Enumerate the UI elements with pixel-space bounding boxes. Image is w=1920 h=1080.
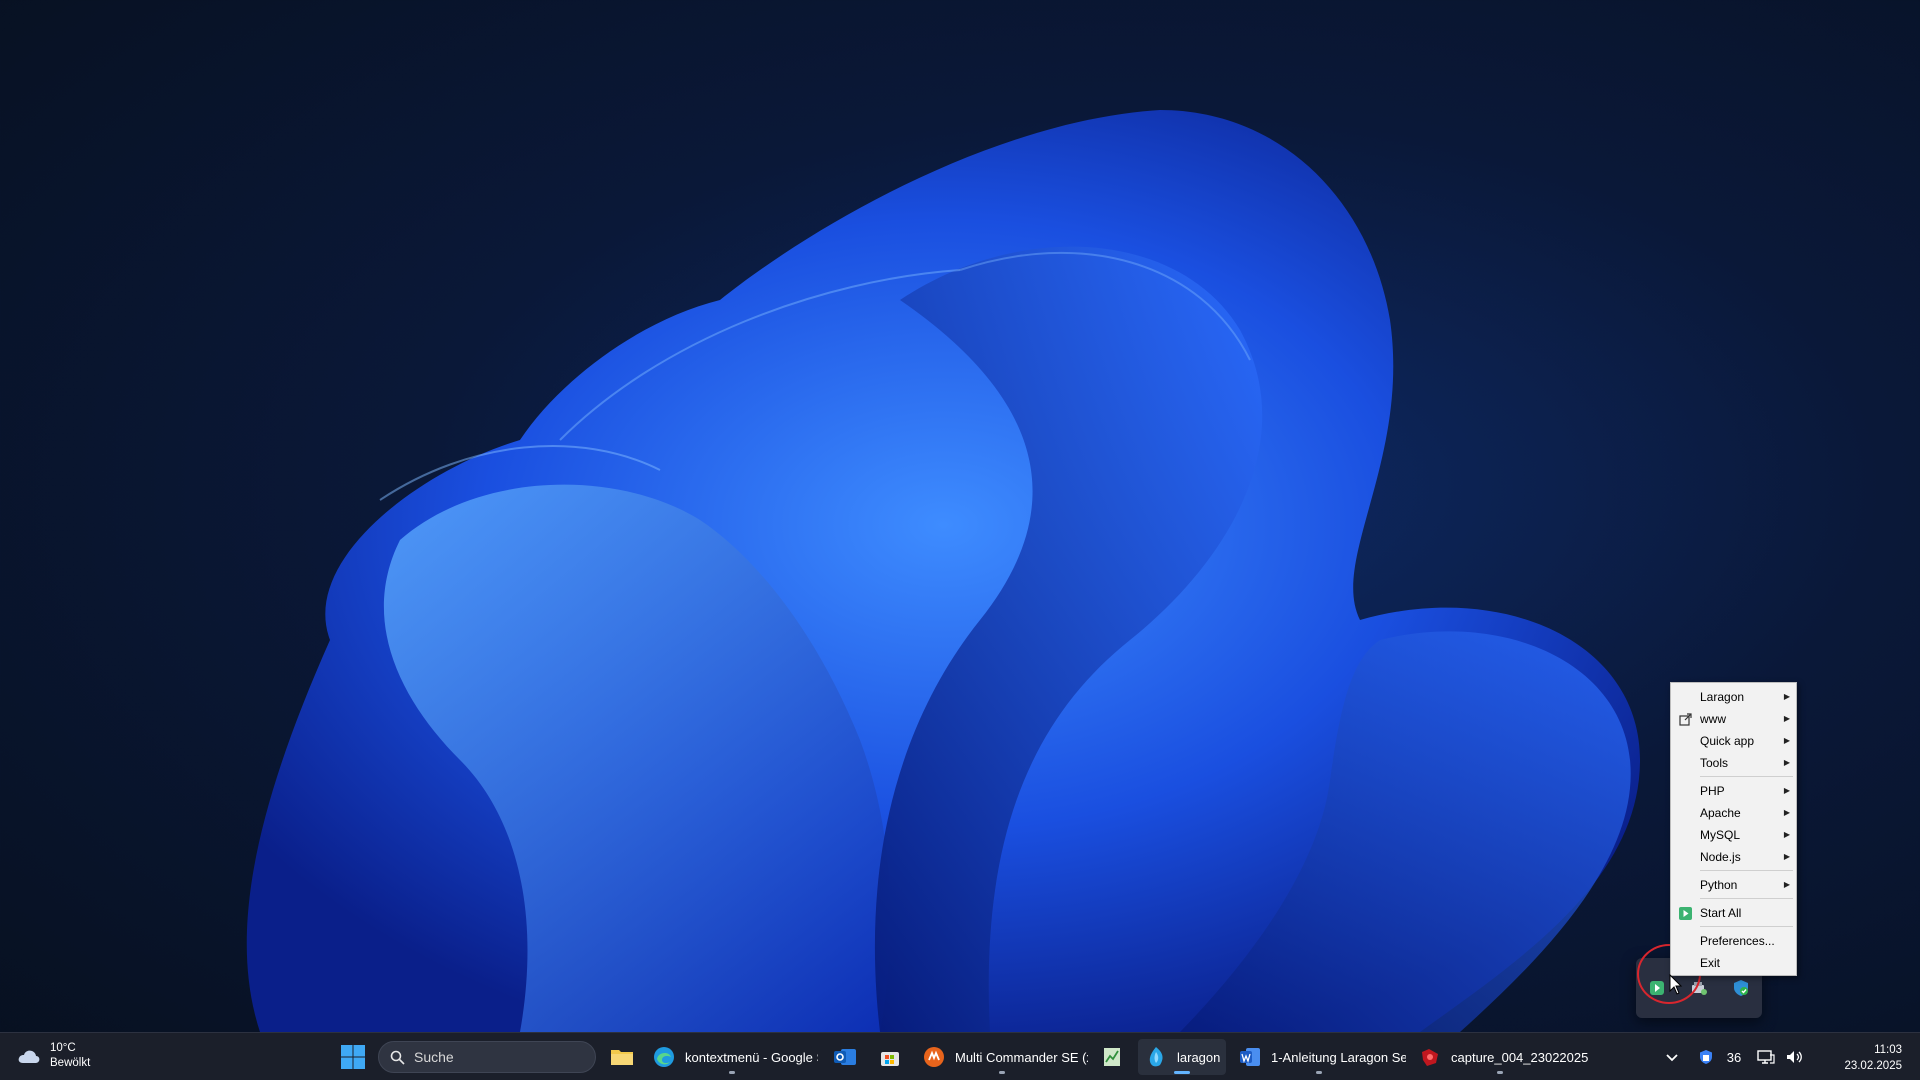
network-icon[interactable] (1754, 1045, 1778, 1069)
menu-item-label: Start All (1700, 906, 1742, 920)
submenu-arrow-icon: ▶ (1783, 808, 1790, 817)
taskbar-app-label: Multi Commander SE (x (955, 1049, 1088, 1065)
word-icon (1238, 1045, 1262, 1069)
taskbar-app-file-explorer[interactable] (604, 1039, 640, 1075)
menu-item-www[interactable]: www ▶ (1671, 708, 1796, 730)
volume-icon[interactable] (1782, 1045, 1806, 1069)
weather-temperature: 10°C (50, 1042, 76, 1054)
chevron-up-icon[interactable] (1660, 1045, 1684, 1069)
taskbar-app-multi-commander[interactable]: Multi Commander SE (x (916, 1039, 1088, 1075)
submenu-arrow-icon: ▶ (1783, 880, 1790, 889)
system-tray: 36 11:03 23.02.2025 (1660, 1033, 1920, 1080)
submenu-arrow-icon: ▶ (1783, 692, 1790, 701)
weather-condition: Bewölkt (50, 1057, 91, 1069)
menu-item-label: Apache (1700, 806, 1741, 820)
menu-item-label: Quick app (1700, 734, 1755, 748)
taskbar: 10°C Bewölkt Suche kontextmenü - Google … (0, 1032, 1920, 1080)
taskbar-app-label: capture_004_23022025_ (1451, 1049, 1588, 1065)
menu-separator (1700, 776, 1793, 777)
running-indicator (729, 1071, 735, 1074)
taskbar-app-label: laragon (1177, 1049, 1221, 1065)
taskbar-app-label: 1-Anleitung Laragon Ser (1271, 1049, 1406, 1065)
ms-store-icon (878, 1045, 902, 1069)
submenu-arrow-icon: ▶ (1783, 852, 1790, 861)
weather-widget[interactable]: 10°C Bewölkt (16, 1041, 90, 1071)
menu-item-laragon[interactable]: Laragon ▶ (1671, 686, 1796, 708)
notepad-chart-icon (1100, 1045, 1124, 1069)
menu-item-label: Python (1700, 878, 1738, 892)
menu-item-label: PHP (1700, 784, 1725, 798)
menu-item-exit[interactable]: Exit (1671, 952, 1796, 974)
menu-item-label: MySQL (1700, 828, 1741, 842)
taskbar-app-laragon[interactable]: laragon (1138, 1039, 1226, 1075)
menu-item-quick-app[interactable]: Quick app ▶ (1671, 730, 1796, 752)
menu-item-tools[interactable]: Tools ▶ (1671, 752, 1796, 774)
cloud-icon (18, 1050, 40, 1063)
taskbar-clock[interactable]: 11:03 23.02.2025 (1844, 1042, 1902, 1074)
menu-separator (1700, 898, 1793, 899)
submenu-arrow-icon: ▶ (1783, 758, 1790, 767)
file-explorer-icon (610, 1045, 634, 1069)
menu-item-label: Node.js (1700, 850, 1741, 864)
multi-commander-icon (922, 1045, 946, 1069)
menu-item-label: Preferences... (1700, 934, 1775, 948)
external-link-icon (1679, 713, 1692, 726)
menu-item-label: Laragon (1700, 690, 1745, 704)
submenu-arrow-icon: ▶ (1783, 736, 1790, 745)
defender-shield-icon[interactable] (1694, 1045, 1718, 1069)
desktop-wallpaper (246, 110, 1640, 1032)
menu-item-python[interactable]: Python ▶ (1671, 874, 1796, 896)
menu-separator (1700, 870, 1793, 871)
running-indicator (999, 1071, 1005, 1074)
menu-item-preferences[interactable]: Preferences... (1671, 930, 1796, 952)
menu-item-apache[interactable]: Apache ▶ (1671, 802, 1796, 824)
outlook-icon (833, 1045, 857, 1069)
running-indicator (1174, 1071, 1190, 1074)
taskbar-app-edge[interactable]: kontextmenü - Google S (646, 1039, 818, 1075)
menu-separator (1700, 926, 1793, 927)
menu-item-start-all[interactable]: Start All (1671, 902, 1796, 924)
edge-icon (652, 1045, 676, 1069)
search-placeholder: Suche (414, 1049, 454, 1065)
start-button[interactable] (339, 1043, 367, 1071)
laragon-start-icon (1679, 907, 1692, 920)
menu-item-label: Exit (1700, 956, 1721, 970)
laragon-app-icon (1144, 1045, 1168, 1069)
menu-item-nodejs[interactable]: Node.js ▶ (1671, 846, 1796, 868)
laragon-context-menu: Laragon ▶ www ▶ Quick app ▶ Tools ▶ PHP … (1670, 682, 1797, 976)
menu-item-php[interactable]: PHP ▶ (1671, 780, 1796, 802)
taskbar-search[interactable]: Suche (378, 1041, 596, 1073)
running-indicator (1497, 1071, 1503, 1074)
security-shield-icon[interactable] (1728, 975, 1754, 1001)
menu-item-mysql[interactable]: MySQL ▶ (1671, 824, 1796, 846)
menu-item-label: www (1700, 712, 1726, 726)
menu-item-label: Tools (1700, 756, 1729, 770)
taskbar-app-ms-store[interactable] (872, 1039, 908, 1075)
taskbar-app-capture[interactable]: capture_004_23022025_ (1412, 1039, 1588, 1075)
taskbar-app-outlook[interactable] (827, 1039, 863, 1075)
taskbar-app-label: kontextmenü - Google S (685, 1049, 818, 1065)
running-indicator (1316, 1071, 1322, 1074)
notification-count[interactable]: 36 (1722, 1045, 1746, 1069)
clock-date: 23.02.2025 (1844, 1060, 1902, 1072)
submenu-arrow-icon: ▶ (1783, 714, 1790, 723)
capture-app-icon (1418, 1045, 1442, 1069)
mouse-cursor-icon (1669, 974, 1683, 995)
submenu-arrow-icon: ▶ (1783, 830, 1790, 839)
windows-logo-icon (341, 1045, 365, 1069)
submenu-arrow-icon: ▶ (1783, 786, 1790, 795)
search-icon (390, 1050, 405, 1065)
clock-time: 11:03 (1874, 1044, 1902, 1056)
taskbar-app-notepad-chart[interactable] (1094, 1039, 1130, 1075)
taskbar-app-word[interactable]: 1-Anleitung Laragon Ser (1232, 1039, 1406, 1075)
